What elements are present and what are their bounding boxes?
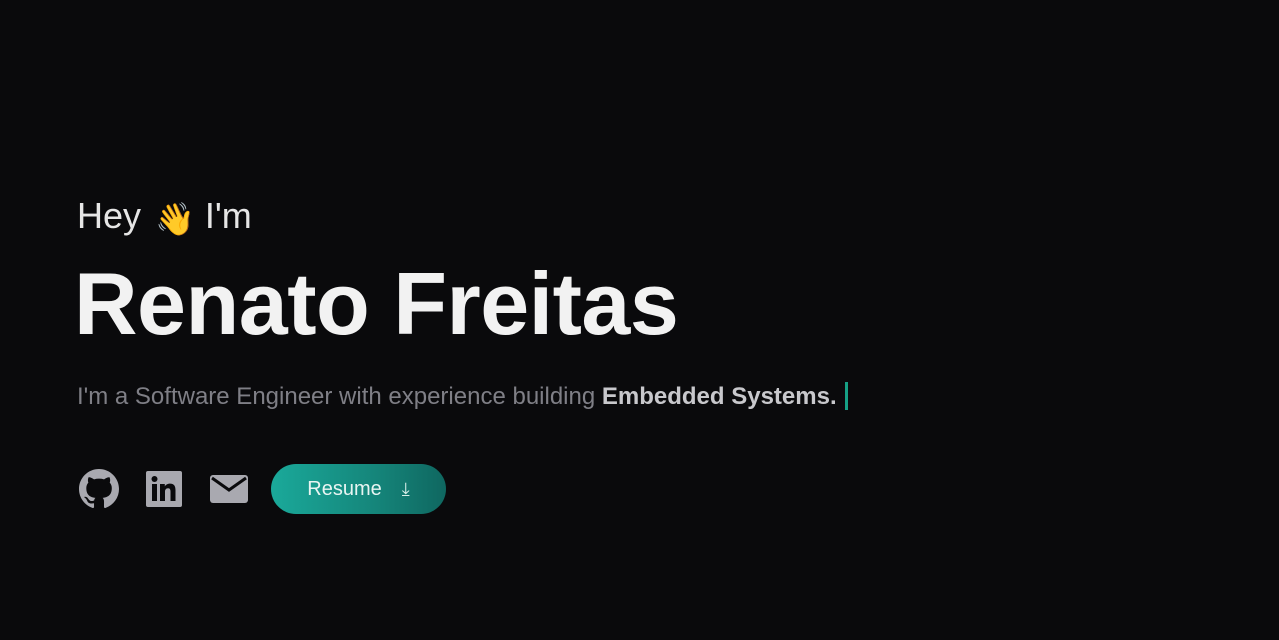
greeting-im: I'm <box>204 195 252 236</box>
hero-name: Renato Freitas <box>74 254 679 353</box>
resume-download-button[interactable]: Resume ⤓ <box>271 464 446 514</box>
tagline-prefix: I'm a Software Engineer with experience … <box>77 383 596 410</box>
github-icon <box>79 469 119 509</box>
greeting-hey: Hey <box>77 195 142 236</box>
tagline-highlight: Embedded Systems. <box>601 383 837 410</box>
linkedin-link[interactable] <box>145 471 183 507</box>
linkedin-icon <box>146 471 182 507</box>
waving-hand-icon: 👋 <box>155 200 195 238</box>
hero-section: Hey 👋 I'm Renato Freitas I'm a Software En… <box>74 0 1227 640</box>
typing-cursor <box>844 382 848 410</box>
email-link[interactable] <box>209 475 249 503</box>
resume-label: Resume <box>307 477 382 500</box>
greeting: Hey 👋 I'm <box>77 194 252 241</box>
tagline: I'm a Software Engineer with experience … <box>77 382 848 412</box>
github-link[interactable] <box>77 469 121 509</box>
mail-icon <box>210 475 248 503</box>
social-actions: Resume ⤓ <box>77 464 446 514</box>
download-icon: ⤓ <box>401 478 410 500</box>
